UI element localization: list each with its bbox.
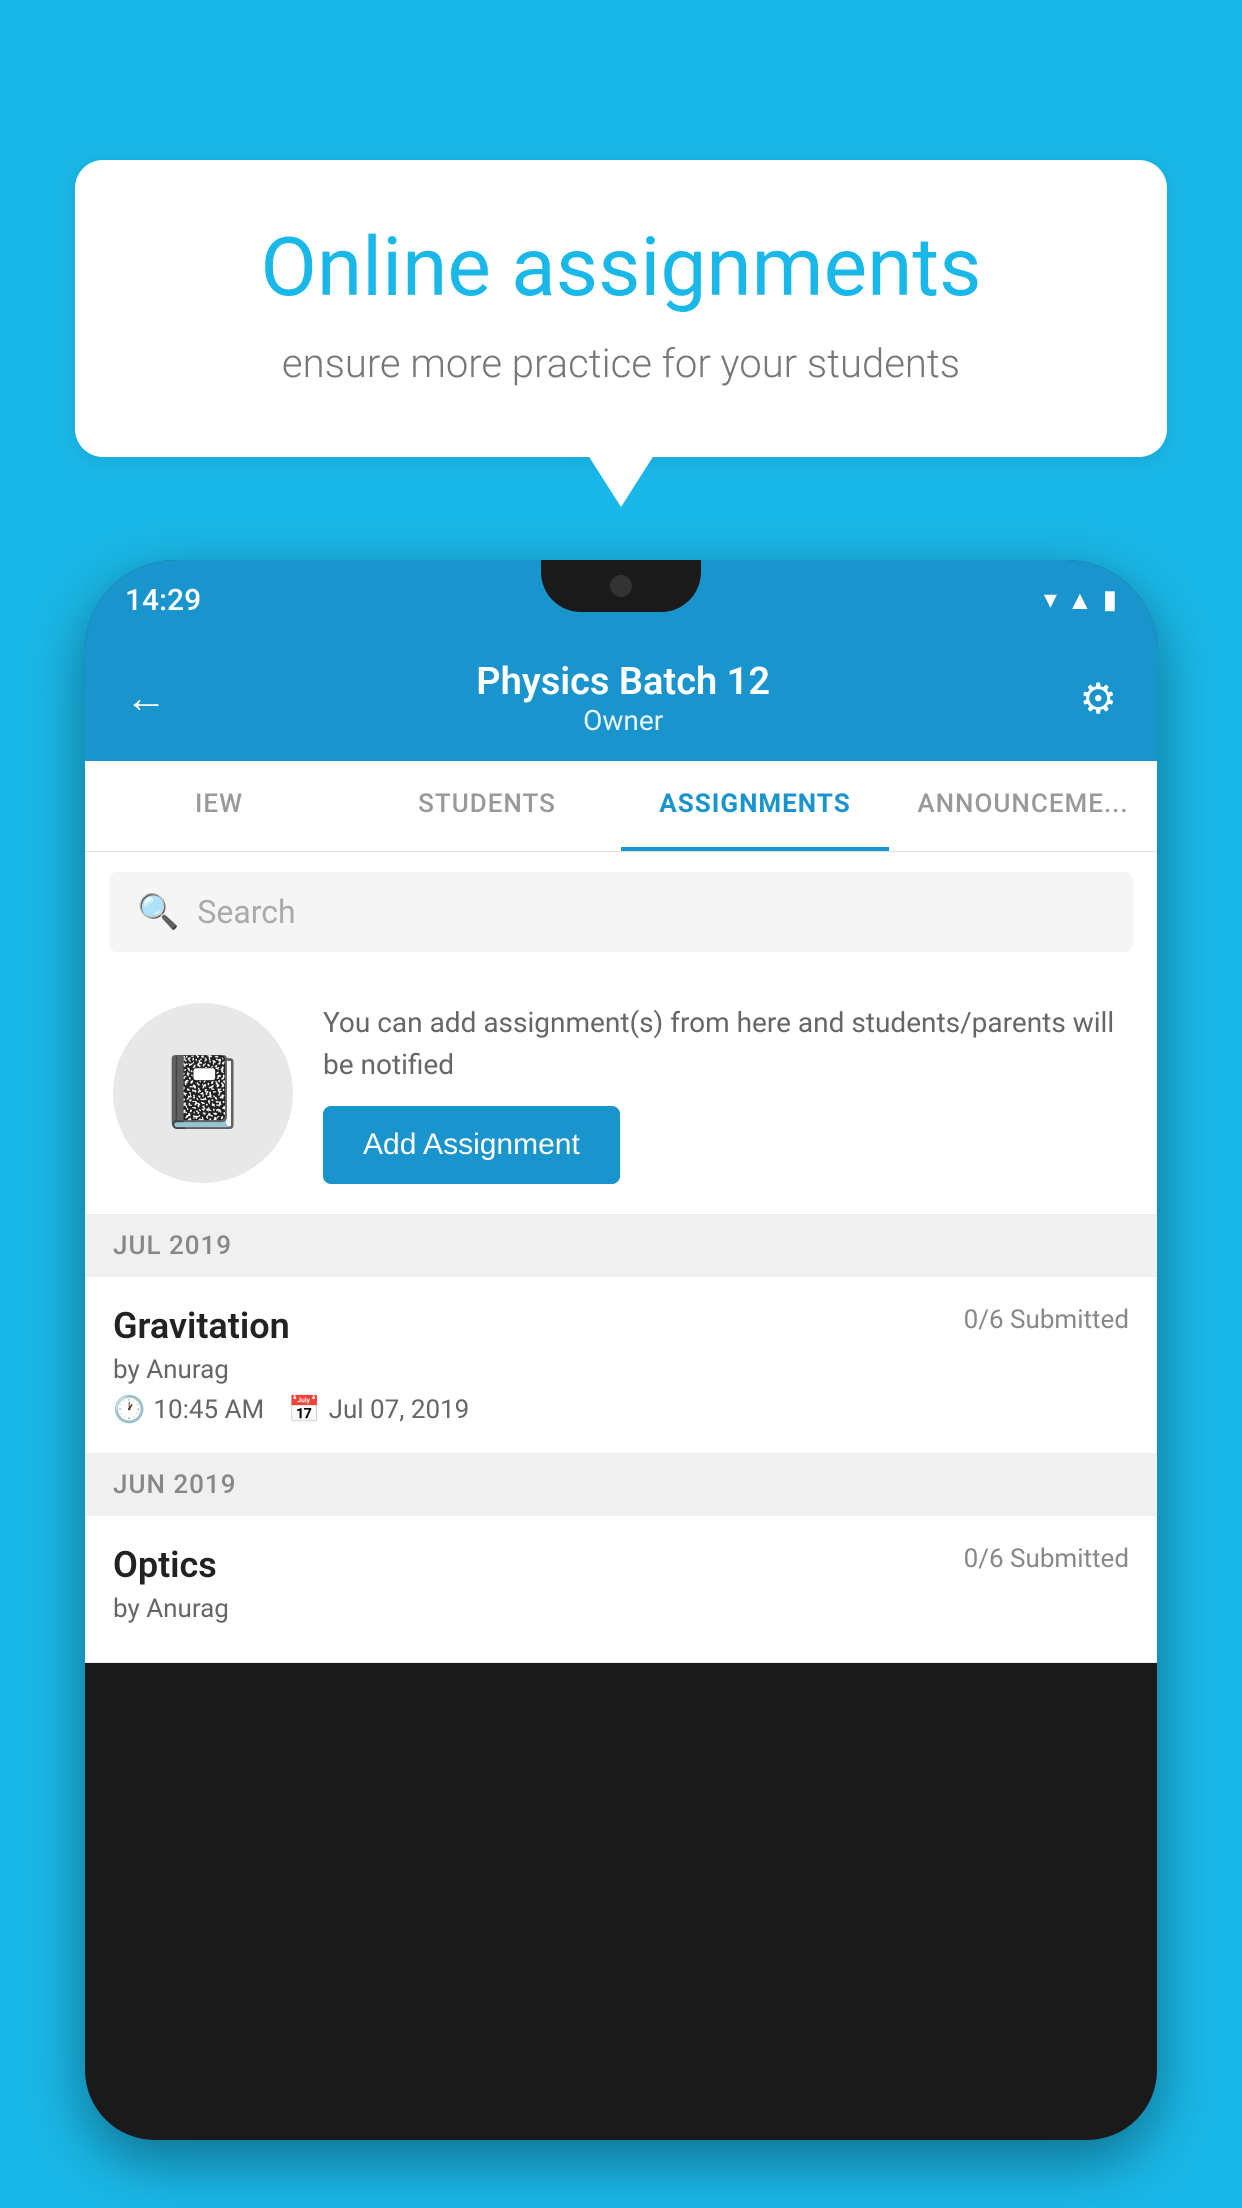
speech-bubble-container: Online assignments ensure more practice … xyxy=(75,160,1167,457)
status-icons: ▾ ▲ ▮ xyxy=(1044,585,1117,616)
author-text-optics: by Anurag xyxy=(113,1594,229,1624)
month-separator-jun: JUN 2019 xyxy=(85,1454,1157,1516)
assignment-details: 🕐 10:45 AM 📅 Jul 07, 2019 xyxy=(113,1395,1129,1425)
status-time: 14:29 xyxy=(125,583,201,618)
wifi-icon: ▾ xyxy=(1044,585,1057,615)
add-assignment-button[interactable]: Add Assignment xyxy=(323,1106,620,1184)
phone-content: 🔍 Search 📓 You can add assignment(s) fro… xyxy=(85,852,1157,1663)
tab-announcements[interactable]: ANNOUNCEME... xyxy=(889,761,1157,851)
assignment-meta: by Anurag xyxy=(113,1355,1129,1385)
promo-icon-circle: 📓 xyxy=(113,1003,293,1183)
assignment-name-optics: Optics xyxy=(113,1544,217,1586)
assignment-row-top: Gravitation 0/6 Submitted xyxy=(113,1305,1129,1347)
notebook-icon: 📓 xyxy=(159,1052,246,1134)
clock-icon: 🕐 xyxy=(113,1395,145,1425)
author-text: by Anurag xyxy=(113,1355,229,1385)
search-bar[interactable]: 🔍 Search xyxy=(109,872,1133,952)
assignment-item-optics[interactable]: Optics 0/6 Submitted by Anurag xyxy=(85,1516,1157,1663)
tabs-bar: IEW STUDENTS ASSIGNMENTS ANNOUNCEME... xyxy=(85,761,1157,852)
back-button[interactable]: ← xyxy=(125,674,167,723)
time-detail: 🕐 10:45 AM xyxy=(113,1395,264,1425)
speech-bubble-subtitle: ensure more practice for your students xyxy=(155,340,1087,387)
search-input[interactable]: Search xyxy=(197,893,295,931)
header-center: Physics Batch 12 Owner xyxy=(476,660,770,737)
status-bar: 14:29 ▾ ▲ ▮ xyxy=(85,560,1157,640)
month-separator-jul: JUL 2019 xyxy=(85,1215,1157,1277)
promo-text-area: You can add assignment(s) from here and … xyxy=(323,1002,1129,1184)
signal-icon: ▲ xyxy=(1067,585,1093,616)
tab-assignments[interactable]: ASSIGNMENTS xyxy=(621,761,889,851)
app-header: ← Physics Batch 12 Owner ⚙ xyxy=(85,640,1157,761)
search-bar-container: 🔍 Search xyxy=(85,852,1157,972)
calendar-icon: 📅 xyxy=(288,1395,320,1425)
speech-bubble-title: Online assignments xyxy=(155,220,1087,316)
settings-icon[interactable]: ⚙ xyxy=(1079,674,1117,724)
battery-icon: ▮ xyxy=(1103,585,1117,615)
notch-camera xyxy=(610,575,632,597)
assignment-row-top-optics: Optics 0/6 Submitted xyxy=(113,1544,1129,1586)
phone-frame: 14:29 ▾ ▲ ▮ ← Physics Batch 12 Owner ⚙ I… xyxy=(85,560,1157,2140)
date-text: Jul 07, 2019 xyxy=(329,1395,470,1425)
search-icon: 🔍 xyxy=(137,892,179,932)
add-assignment-promo: 📓 You can add assignment(s) from here an… xyxy=(85,972,1157,1215)
promo-description: You can add assignment(s) from here and … xyxy=(323,1002,1129,1086)
tab-students[interactable]: STUDENTS xyxy=(353,761,621,851)
phone-notch xyxy=(541,560,701,612)
date-detail: 📅 Jul 07, 2019 xyxy=(288,1395,469,1425)
phone-container: 14:29 ▾ ▲ ▮ ← Physics Batch 12 Owner ⚙ I… xyxy=(85,560,1157,2208)
submitted-badge-optics: 0/6 Submitted xyxy=(964,1544,1129,1574)
submitted-badge: 0/6 Submitted xyxy=(964,1305,1129,1335)
header-title: Physics Batch 12 xyxy=(476,660,770,704)
time-text: 10:45 AM xyxy=(153,1395,264,1425)
header-subtitle: Owner xyxy=(476,704,770,737)
assignment-item-gravitation[interactable]: Gravitation 0/6 Submitted by Anurag 🕐 10… xyxy=(85,1277,1157,1454)
tab-iew[interactable]: IEW xyxy=(85,761,353,851)
assignment-name: Gravitation xyxy=(113,1305,290,1347)
assignment-meta-optics: by Anurag xyxy=(113,1594,1129,1624)
speech-bubble: Online assignments ensure more practice … xyxy=(75,160,1167,457)
